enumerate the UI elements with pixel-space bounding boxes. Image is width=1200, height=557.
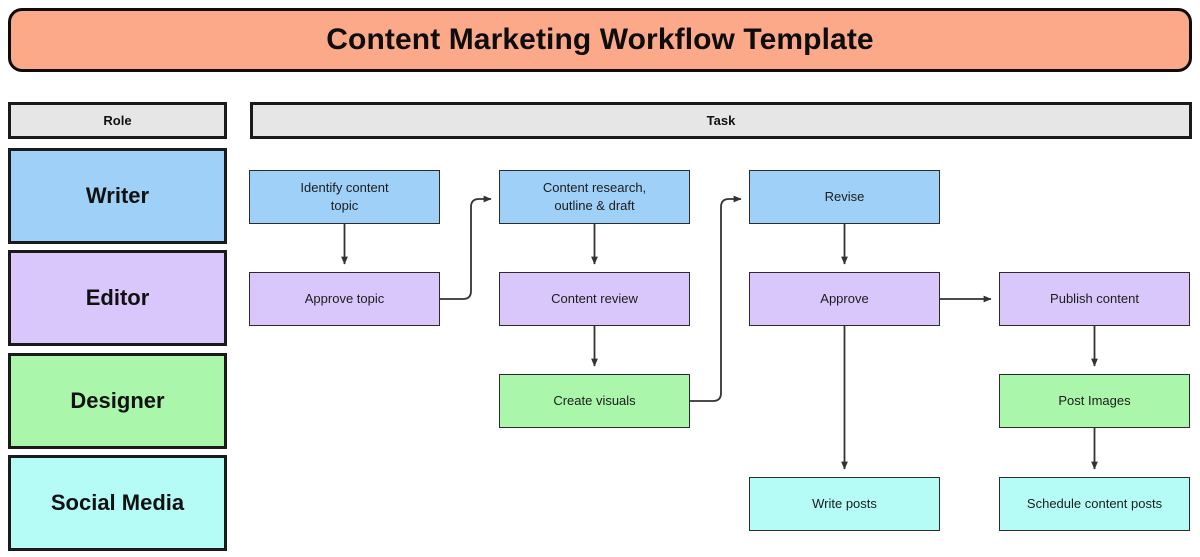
task-box-label-line: Write posts: [812, 496, 877, 512]
role-lane-label: Designer: [70, 388, 165, 413]
task-box-label: Schedule content posts: [1027, 495, 1162, 513]
role-lane-social-media[interactable]: Social Media: [8, 455, 227, 551]
task-box-label-line: Content research,: [542, 180, 647, 196]
task-box-label-line: Post Images: [1058, 393, 1131, 409]
column-header-role-label: Role: [103, 113, 132, 128]
task-box-label: Revise: [825, 188, 865, 206]
connector-approve-topic-to-research: [440, 195, 492, 300]
task-box-label-line: Schedule content posts: [1026, 496, 1163, 512]
task-box-create-visuals[interactable]: Create visuals: [499, 374, 690, 428]
task-box-label-line: Content review: [551, 291, 638, 307]
task-box-approve[interactable]: Approve: [749, 272, 940, 326]
task-box-label: Approve: [820, 290, 868, 308]
task-box-publish-content[interactable]: Publish content: [999, 272, 1190, 326]
column-header-task: Task: [250, 102, 1192, 139]
task-box-content-research[interactable]: Content research, outline & draft: [499, 170, 690, 224]
page-title: Content Marketing Workflow Template: [326, 23, 874, 56]
task-box-label: Identify content topic: [300, 179, 388, 214]
task-box-label: Write posts: [812, 495, 877, 513]
role-lane-designer[interactable]: Designer: [8, 353, 227, 449]
task-box-label-line: outline & draft: [554, 198, 635, 213]
task-box-label-line: Revise: [824, 189, 865, 205]
task-box-label: Create visuals: [553, 392, 635, 410]
task-box-label-line: Approve topic: [304, 291, 385, 307]
task-box-label-line: Approve: [820, 291, 869, 307]
task-box-label-line: Identify content: [300, 180, 389, 196]
task-box-identify-content-topic[interactable]: Identify content topic: [249, 170, 440, 224]
role-lane-label: Writer: [85, 183, 150, 208]
workflow-diagram: Content Marketing Workflow Template Role…: [0, 0, 1200, 557]
task-box-post-images[interactable]: Post Images: [999, 374, 1190, 428]
task-box-write-posts[interactable]: Write posts: [749, 477, 940, 531]
task-box-revise[interactable]: Revise: [749, 170, 940, 224]
task-box-label: Content research, outline & draft: [543, 179, 646, 214]
column-header-task-label: Task: [706, 113, 736, 128]
task-box-approve-topic[interactable]: Approve topic: [249, 272, 440, 326]
role-lane-writer[interactable]: Writer: [8, 148, 227, 244]
task-box-label-line: Create visuals: [553, 393, 636, 409]
task-box-label: Content review: [551, 290, 638, 308]
task-box-schedule-content-posts[interactable]: Schedule content posts: [999, 477, 1190, 531]
task-box-label: Approve topic: [305, 290, 385, 308]
column-header-role: Role: [8, 102, 227, 139]
role-lane-editor[interactable]: Editor: [8, 250, 227, 346]
role-lane-label: Social Media: [50, 490, 185, 515]
task-box-label-line: topic: [330, 198, 359, 213]
task-box-label: Publish content: [1050, 290, 1139, 308]
task-box-label: Post Images: [1058, 392, 1130, 410]
task-box-content-review[interactable]: Content review: [499, 272, 690, 326]
diagram-title-banner: Content Marketing Workflow Template: [8, 8, 1192, 72]
connector-visuals-to-revise: [690, 195, 742, 402]
role-lane-label: Editor: [85, 285, 150, 310]
task-box-label-line: Publish content: [1050, 291, 1139, 307]
